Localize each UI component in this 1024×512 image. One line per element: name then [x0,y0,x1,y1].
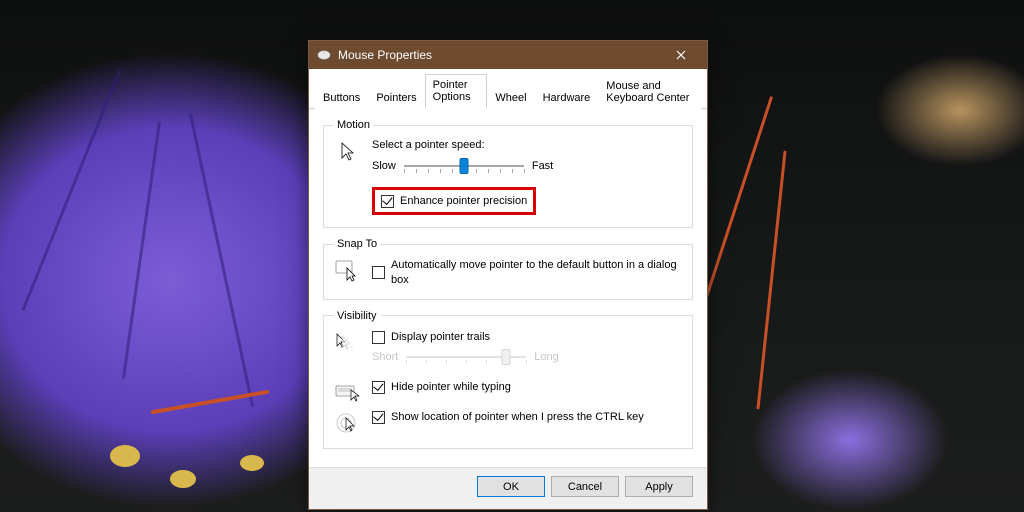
close-button[interactable] [661,42,701,68]
group-snap-to: Snap To Automatically move pointer to th… [323,238,693,300]
snap-to-icon [335,260,361,282]
cursor-icon [339,141,357,163]
fast-label: Fast [532,160,553,172]
tab-hardware[interactable]: Hardware [535,87,599,109]
pointer-trails-icon [334,332,362,354]
tab-strip: Buttons Pointers Pointer Options Wheel H… [309,69,707,109]
trails-short-label: Short [372,351,398,363]
ctrl-locate-icon [335,412,361,436]
group-snap-to-legend: Snap To [334,238,380,250]
tab-pointers[interactable]: Pointers [368,87,424,109]
pointer-speed-label: Select a pointer speed: [372,139,682,151]
trails-long-label: Long [534,351,558,363]
ok-button[interactable]: OK [477,476,545,497]
dialog-footer: OK Cancel Apply [309,467,707,509]
hide-while-typing-label: Hide pointer while typing [391,380,511,394]
group-motion-legend: Motion [334,119,373,131]
slow-label: Slow [372,160,396,172]
tab-mouse-keyboard-center[interactable]: Mouse and Keyboard Center [598,75,701,109]
pointer-trails-label: Display pointer trails [391,330,490,344]
pointer-speed-slider[interactable] [404,157,524,175]
highlight-enhance-precision: Enhance pointer precision [372,187,536,215]
titlebar[interactable]: Mouse Properties [309,41,707,69]
pointer-trails-slider [406,348,526,366]
cancel-button[interactable]: Cancel [551,476,619,497]
ctrl-locate-label: Show location of pointer when I press th… [391,410,644,424]
window-title: Mouse Properties [338,48,661,62]
ctrl-locate-checkbox[interactable] [372,411,385,424]
mouse-icon [317,50,331,60]
enhance-precision-checkbox[interactable] [381,195,394,208]
tab-wheel[interactable]: Wheel [487,87,534,109]
apply-button[interactable]: Apply [625,476,693,497]
group-visibility-legend: Visibility [334,310,380,322]
enhance-precision-label: Enhance pointer precision [400,194,527,208]
dialog-body: Motion Select a pointer speed: Slow [309,109,707,467]
mouse-properties-dialog: Mouse Properties Buttons Pointers Pointe… [308,40,708,510]
pointer-trails-checkbox[interactable] [372,331,385,344]
group-motion: Motion Select a pointer speed: Slow [323,119,693,228]
tab-buttons[interactable]: Buttons [315,87,368,109]
snap-to-checkbox[interactable] [372,266,385,279]
hide-while-typing-checkbox[interactable] [372,381,385,394]
tab-pointer-options[interactable]: Pointer Options [425,74,488,109]
snap-to-label: Automatically move pointer to the defaul… [391,258,682,287]
close-icon [676,50,686,60]
group-visibility: Visibility Display pointer trails [323,310,693,449]
hide-while-typing-icon [335,382,361,402]
